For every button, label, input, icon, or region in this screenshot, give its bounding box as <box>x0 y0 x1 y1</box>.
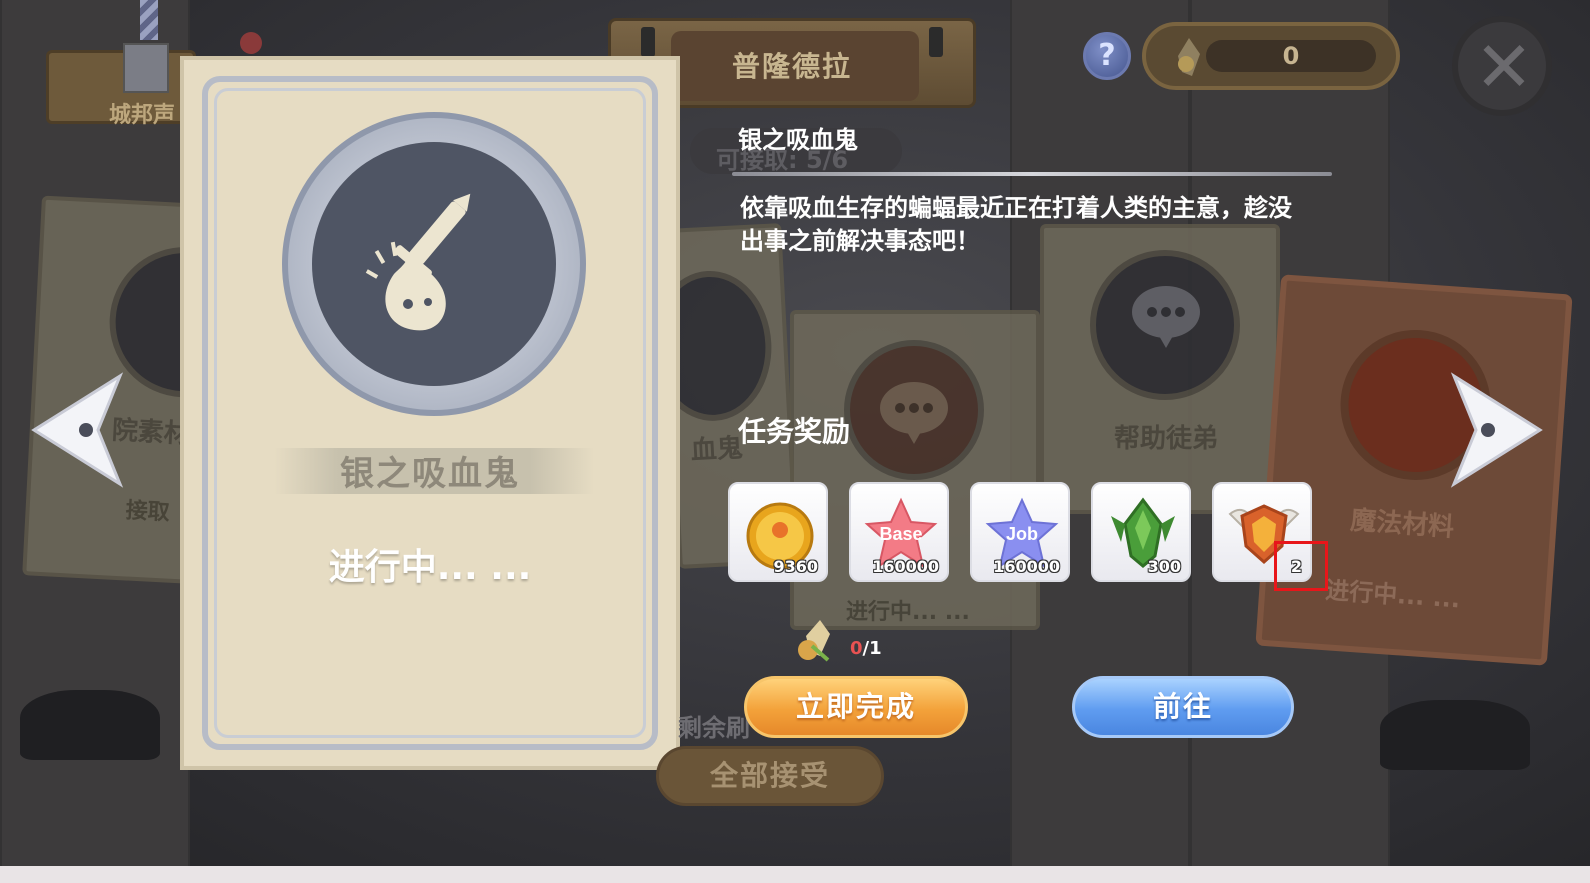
red-bulb-icon <box>240 32 262 54</box>
close-button[interactable]: ✕ <box>1452 16 1552 116</box>
help-button[interactable]: ? <box>1083 32 1131 80</box>
card-quest-status: 进行中... ... <box>328 547 532 588</box>
speech-bubble-icon <box>1132 286 1200 348</box>
flag-pole <box>140 0 158 40</box>
quest-description: 依靠吸血生存的蝙蝠最近正在打着人类的主意，趁没出事之前解决事态吧！ <box>740 194 1292 255</box>
reward-count: 160000 <box>993 557 1060 576</box>
currency-counter: 0 <box>1142 22 1400 90</box>
selected-quest-card[interactable]: 银之吸血鬼 进行中... ... <box>180 56 680 770</box>
requirement-count: 0/1 <box>850 638 882 659</box>
requirement-have: 0 <box>850 638 863 659</box>
card-sub: 进行中... ... <box>846 600 970 625</box>
complete-now-button[interactable]: 立即完成 <box>744 676 968 738</box>
card-quest-name: 银之吸血鬼 <box>340 454 520 494</box>
city-label: 城邦声 <box>109 103 176 128</box>
bottom-strip <box>0 866 1590 883</box>
reward-item[interactable]: Base 160000 <box>849 482 949 582</box>
reward-count: 300 <box>1147 557 1181 576</box>
city-reputation-sign[interactable]: 城邦声 <box>46 43 196 128</box>
go-button[interactable]: 前往 <box>1072 676 1294 738</box>
quest-card-background[interactable]: 进行中... ... <box>790 310 1040 630</box>
highlight-box <box>1274 541 1328 591</box>
quest-emblem <box>282 112 586 416</box>
card-label: 血鬼 <box>690 433 744 467</box>
close-icon: ✕ <box>1474 26 1534 108</box>
quest-card-background[interactable]: 帮助徒弟 <box>1040 224 1280 514</box>
bat-decoration <box>1380 700 1530 770</box>
refresh-label: 剩余刷 <box>678 714 750 742</box>
reward-item[interactable]: Job 160000 <box>970 482 1070 582</box>
title-divider <box>732 172 1332 176</box>
card-sub: 进行中... ... <box>1324 576 1462 614</box>
card-sub: 接取 <box>125 498 171 526</box>
card-label: 帮助徒弟 <box>1114 424 1219 454</box>
currency-value: 0 <box>1282 42 1300 70</box>
castle-icon <box>123 43 169 93</box>
base-label: Base <box>879 524 922 544</box>
game-scene: 城邦声 普隆德拉 ? 0 ✕ 院素材 接取 血鬼 进行中... ... 帮助徒弟 <box>0 0 1590 883</box>
quest-title: 银之吸血鬼 <box>738 126 858 154</box>
speech-bubble-icon <box>880 382 948 444</box>
feather-token-icon <box>798 620 830 662</box>
emblem-center <box>312 142 556 386</box>
card-label: 魔法材料 <box>1349 505 1456 543</box>
job-label: Job <box>1006 524 1038 544</box>
reward-count: 160000 <box>872 557 939 576</box>
prev-arrow-icon[interactable] <box>28 370 128 490</box>
sword-slime-icon <box>365 193 471 331</box>
reward-count: 9360 <box>773 557 818 576</box>
reward-section-title: 任务奖励 <box>738 415 851 448</box>
requirement-need: /1 <box>862 638 882 659</box>
reward-item[interactable]: 9360 <box>728 482 828 582</box>
next-arrow-icon[interactable] <box>1446 370 1546 490</box>
bat-decoration <box>20 690 160 760</box>
reward-item[interactable]: 300 <box>1091 482 1191 582</box>
accept-all-button[interactable]: 全部接受 <box>656 746 884 806</box>
